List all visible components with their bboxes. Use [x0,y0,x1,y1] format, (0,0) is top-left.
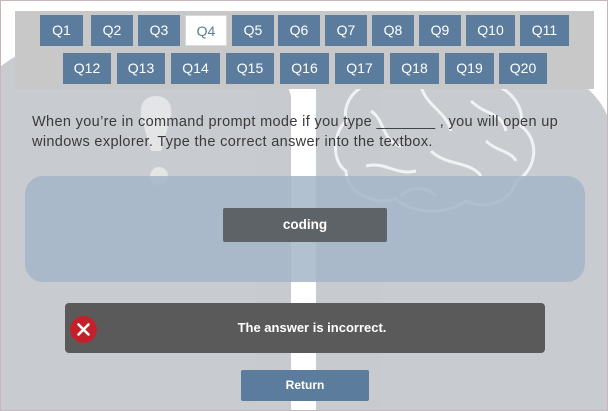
question-button-q12[interactable]: Q12 [63,53,111,84]
question-button-q7[interactable]: Q7 [325,15,367,46]
quiz-window: Q1 Q2 Q3 Q4 Q5 Q6 Q7 Q8 Q9 Q10 Q11 Q12 Q… [0,0,608,411]
question-button-q3[interactable]: Q3 [138,15,180,46]
question-button-q9[interactable]: Q9 [419,15,461,46]
question-text: When you’re in command prompt mode if yo… [32,114,559,150]
question-button-q6[interactable]: Q6 [278,15,320,46]
return-button[interactable]: Return [241,370,369,401]
question-button-q17[interactable]: Q17 [335,53,384,84]
question-button-q18[interactable]: Q18 [390,53,439,84]
question-button-q1[interactable]: Q1 [40,15,83,46]
question-button-q20[interactable]: Q20 [499,53,547,84]
question-button-q2[interactable]: Q2 [91,15,133,46]
question-button-q10[interactable]: Q10 [466,15,515,46]
question-button-q4[interactable]: Q4 [185,15,227,46]
question-button-q19[interactable]: Q19 [445,53,494,84]
question-button-q14[interactable]: Q14 [171,53,220,84]
question-button-q8[interactable]: Q8 [372,15,414,46]
answer-textbox[interactable]: coding [223,208,387,242]
question-button-q5[interactable]: Q5 [232,15,274,46]
question-button-q13[interactable]: Q13 [117,53,165,84]
question-button-q16[interactable]: Q16 [280,53,329,84]
question-button-q15[interactable]: Q15 [226,53,274,84]
feedback-message: The answer is incorrect. [237,320,387,335]
question-button-q11[interactable]: Q11 [520,15,569,46]
